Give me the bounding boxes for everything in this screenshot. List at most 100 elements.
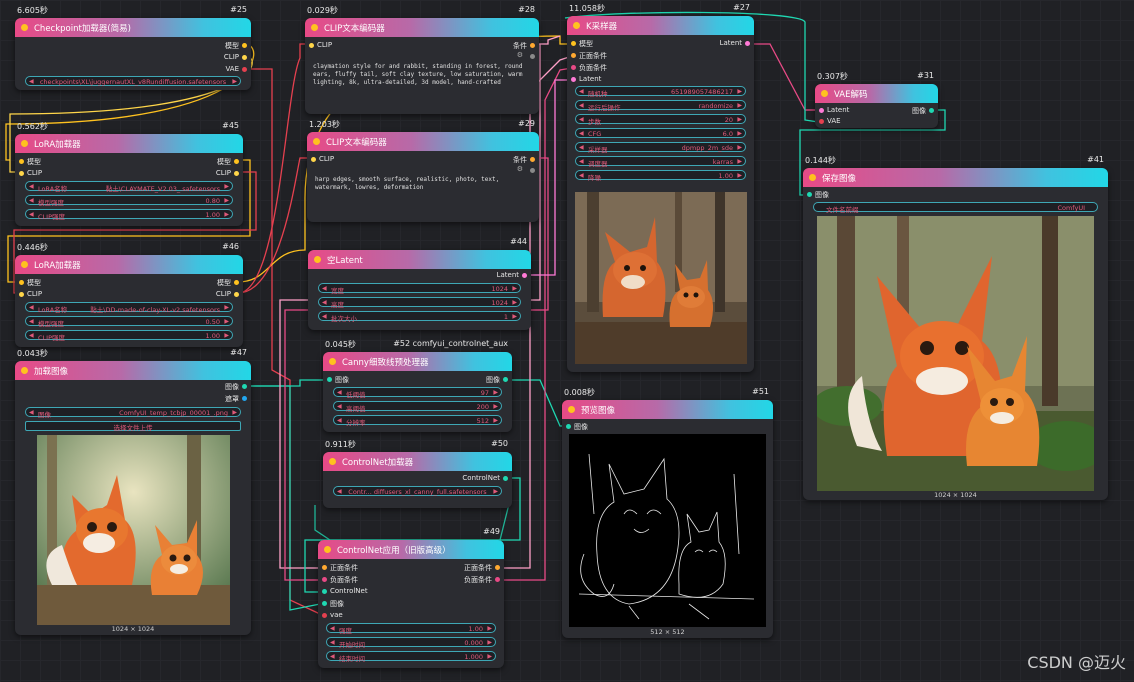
model-strength-number[interactable]: ◀ 模型强度 0.80 ▶: [25, 195, 233, 207]
socket-icon[interactable]: [745, 41, 750, 46]
collapse-dot-icon[interactable]: [313, 138, 320, 145]
socket-icon[interactable]: [530, 157, 535, 162]
load-image-node[interactable]: 0.043秒 #47 加载图像 图像 遮罩 ◀ 图像 ComfyUI_temp_tc…: [15, 348, 251, 635]
batch-size-number[interactable]: ◀ 批次大小 1 ▶: [318, 311, 521, 323]
height-number[interactable]: ◀ 高度 1024 ▶: [318, 297, 521, 309]
node-header[interactable]: 加载图像: [15, 361, 251, 380]
socket-icon[interactable]: [566, 424, 571, 429]
socket-icon[interactable]: [571, 65, 576, 70]
seed-number[interactable]: ◀ 随机种 651989057486217 ▶: [575, 86, 746, 98]
socket-icon[interactable]: [242, 384, 247, 389]
input-image[interactable]: 图像: [803, 189, 1108, 200]
collapse-dot-icon[interactable]: [809, 174, 816, 181]
collapse-dot-icon[interactable]: [329, 358, 336, 365]
output-clip[interactable]: CLIP: [15, 52, 251, 63]
socket-icon[interactable]: [322, 565, 327, 570]
socket-icon[interactable]: [503, 377, 508, 382]
io-clip-cond[interactable]: CLIP 条件: [305, 40, 539, 51]
collapse-dot-icon[interactable]: [311, 24, 318, 31]
socket-icon[interactable]: [311, 157, 316, 162]
lora-loader-node-1[interactable]: 0.562秒 #45 LoRA加载器 模型 模型 CLIP CLIP ◀ LoRA名称…: [15, 121, 243, 226]
socket-icon[interactable]: [322, 589, 327, 594]
controlnet-apply-node[interactable]: #49 ControlNet应用（旧版高级） 正面条件 正面条件 负面条件 负面条件…: [318, 527, 504, 668]
start-percent-number[interactable]: ◀ 开始时间 0.000 ▶: [326, 637, 496, 649]
filename-prefix-text[interactable]: 文件名前缀 ComfyUI: [813, 202, 1098, 214]
model-strength-number[interactable]: ◀ 模型强度 0.50 ▶: [25, 316, 233, 328]
io-positive[interactable]: 正面条件 正面条件: [318, 562, 504, 573]
socket-icon[interactable]: [571, 53, 576, 58]
socket-icon[interactable]: [495, 565, 500, 570]
node-header[interactable]: Checkpoint加载器(简易): [15, 18, 251, 37]
node-header[interactable]: LoRA加载器: [15, 134, 243, 153]
output-vae[interactable]: VAE: [15, 64, 251, 75]
node-header[interactable]: 空Latent: [308, 250, 531, 269]
input-vae[interactable]: VAE: [815, 116, 938, 127]
settings-icon[interactable]: ⚙: [517, 51, 523, 59]
collapse-dot-icon[interactable]: [314, 256, 321, 263]
socket-icon[interactable]: [242, 396, 247, 401]
collapse-dot-icon[interactable]: [568, 406, 575, 413]
io-model-latent[interactable]: 模型 Latent: [567, 38, 754, 49]
node-header[interactable]: K采样器: [567, 16, 754, 35]
socket-icon[interactable]: [530, 54, 535, 59]
lora-name-combo[interactable]: ◀ LoRA名称 黏土\CLAYMATE_V2.03_.safetensors ▶: [25, 181, 233, 193]
socket-icon[interactable]: [530, 168, 535, 173]
socket-icon[interactable]: [807, 192, 812, 197]
socket-icon[interactable]: [242, 55, 247, 60]
socket-icon[interactable]: [571, 77, 576, 82]
lora-name-combo[interactable]: ◀ LoRA名称 黏土\DD-made-of-clay-XL-v2.safetens…: [25, 302, 233, 314]
input-negative[interactable]: 负面条件: [567, 62, 754, 73]
node-header[interactable]: ControlNet加载器: [323, 452, 512, 471]
clip-strength-number[interactable]: ◀ CLIP强度 1.00 ▶: [25, 330, 233, 342]
socket-icon[interactable]: [19, 171, 24, 176]
clip-text-encode-negative-node[interactable]: 1.203秒 #29 CLIP文本编码器 CLIP 条件 ⚙ harp edges…: [307, 119, 539, 222]
vae-decode-node[interactable]: 0.307秒 #31 VAE解码 Latent 图像 VAE: [815, 71, 938, 128]
socket-icon[interactable]: [322, 613, 327, 618]
socket-icon[interactable]: [242, 67, 247, 72]
io-model[interactable]: 模型 模型: [15, 156, 243, 167]
socket-icon[interactable]: [571, 41, 576, 46]
controlnet-model-combo[interactable]: ◀ Contr... diffusers_xl_canny_full.safete…: [333, 486, 502, 496]
ksampler-node[interactable]: 11.058秒 #27 K采样器 模型 Latent 正面条件 负面条件 Late…: [567, 3, 754, 372]
io-clip[interactable]: CLIP CLIP: [15, 168, 243, 179]
socket-icon[interactable]: [522, 273, 527, 278]
image-file-combo[interactable]: ◀ 图像 ComfyUI_temp_tcbjp_00001_.png ▶: [25, 407, 241, 419]
steps-number[interactable]: ◀ 步数 20 ▶: [575, 114, 746, 126]
output-controlnet[interactable]: ControlNet: [323, 473, 512, 484]
socket-icon[interactable]: [242, 43, 247, 48]
ckpt-name-combo[interactable]: ◀ checkpoints\XL\juggernautXL_v8Rundiffus…: [25, 76, 241, 86]
input-controlnet[interactable]: ControlNet: [318, 586, 504, 597]
socket-icon[interactable]: [327, 377, 332, 382]
strength-number[interactable]: ◀ 强度 1.00 ▶: [326, 623, 496, 635]
output-latent[interactable]: Latent: [308, 270, 531, 281]
arrow-right-icon[interactable]: ▶: [232, 78, 237, 85]
input-vae[interactable]: vae: [318, 610, 504, 621]
socket-icon[interactable]: [322, 601, 327, 606]
node-graph-canvas[interactable]: 6.605秒 #25 Checkpoint加载器(简易) 模型 CLIP VAE…: [0, 0, 1134, 682]
resolution-number[interactable]: ◀ 分辨率 512 ▶: [333, 415, 502, 427]
collapse-dot-icon[interactable]: [573, 22, 580, 29]
socket-icon[interactable]: [819, 119, 824, 124]
collapse-dot-icon[interactable]: [21, 24, 28, 31]
lora-loader-node-2[interactable]: 0.446秒 #46 LoRA加载器 模型 模型 CLIP CLIP ◀ LoRA名称…: [15, 242, 243, 347]
prompt-textarea[interactable]: harp edges, smooth surface, realistic, p…: [315, 176, 531, 218]
io-clip-cond[interactable]: CLIP 条件: [307, 154, 539, 165]
socket-icon[interactable]: [19, 159, 24, 164]
collapse-dot-icon[interactable]: [21, 367, 28, 374]
control-after-generate-combo[interactable]: ◀ 运行后操作 randomize ▶: [575, 100, 746, 112]
node-header[interactable]: CLIP文本编码器: [305, 18, 539, 37]
node-header[interactable]: VAE解码: [815, 84, 938, 103]
clip-text-encode-positive-node[interactable]: 0.029秒 #28 CLIP文本编码器 CLIP 条件 ⚙ claymation…: [305, 5, 539, 114]
socket-icon[interactable]: [234, 292, 239, 297]
preview-image-node[interactable]: 0.008秒 #51 预览图像 图像 512 × 512: [562, 387, 773, 638]
socket-icon[interactable]: [495, 577, 500, 582]
collapse-dot-icon[interactable]: [324, 546, 331, 553]
io-clip[interactable]: CLIP CLIP: [15, 289, 243, 300]
high-threshold-number[interactable]: ◀ 高阈值 200 ▶: [333, 401, 502, 413]
save-image-node[interactable]: 0.144秒 #41 保存图像 图像 文件名前缀 ComfyUI 1024 × 1…: [803, 155, 1108, 500]
clip-strength-number[interactable]: ◀ CLIP强度 1.00 ▶: [25, 209, 233, 221]
width-number[interactable]: ◀ 宽度 1024 ▶: [318, 283, 521, 295]
socket-icon[interactable]: [819, 108, 824, 113]
low-threshold-number[interactable]: ◀ 低阈值 97 ▶: [333, 387, 502, 399]
checkpoint-loader-node[interactable]: 6.605秒 #25 Checkpoint加载器(简易) 模型 CLIP VAE…: [15, 5, 251, 90]
